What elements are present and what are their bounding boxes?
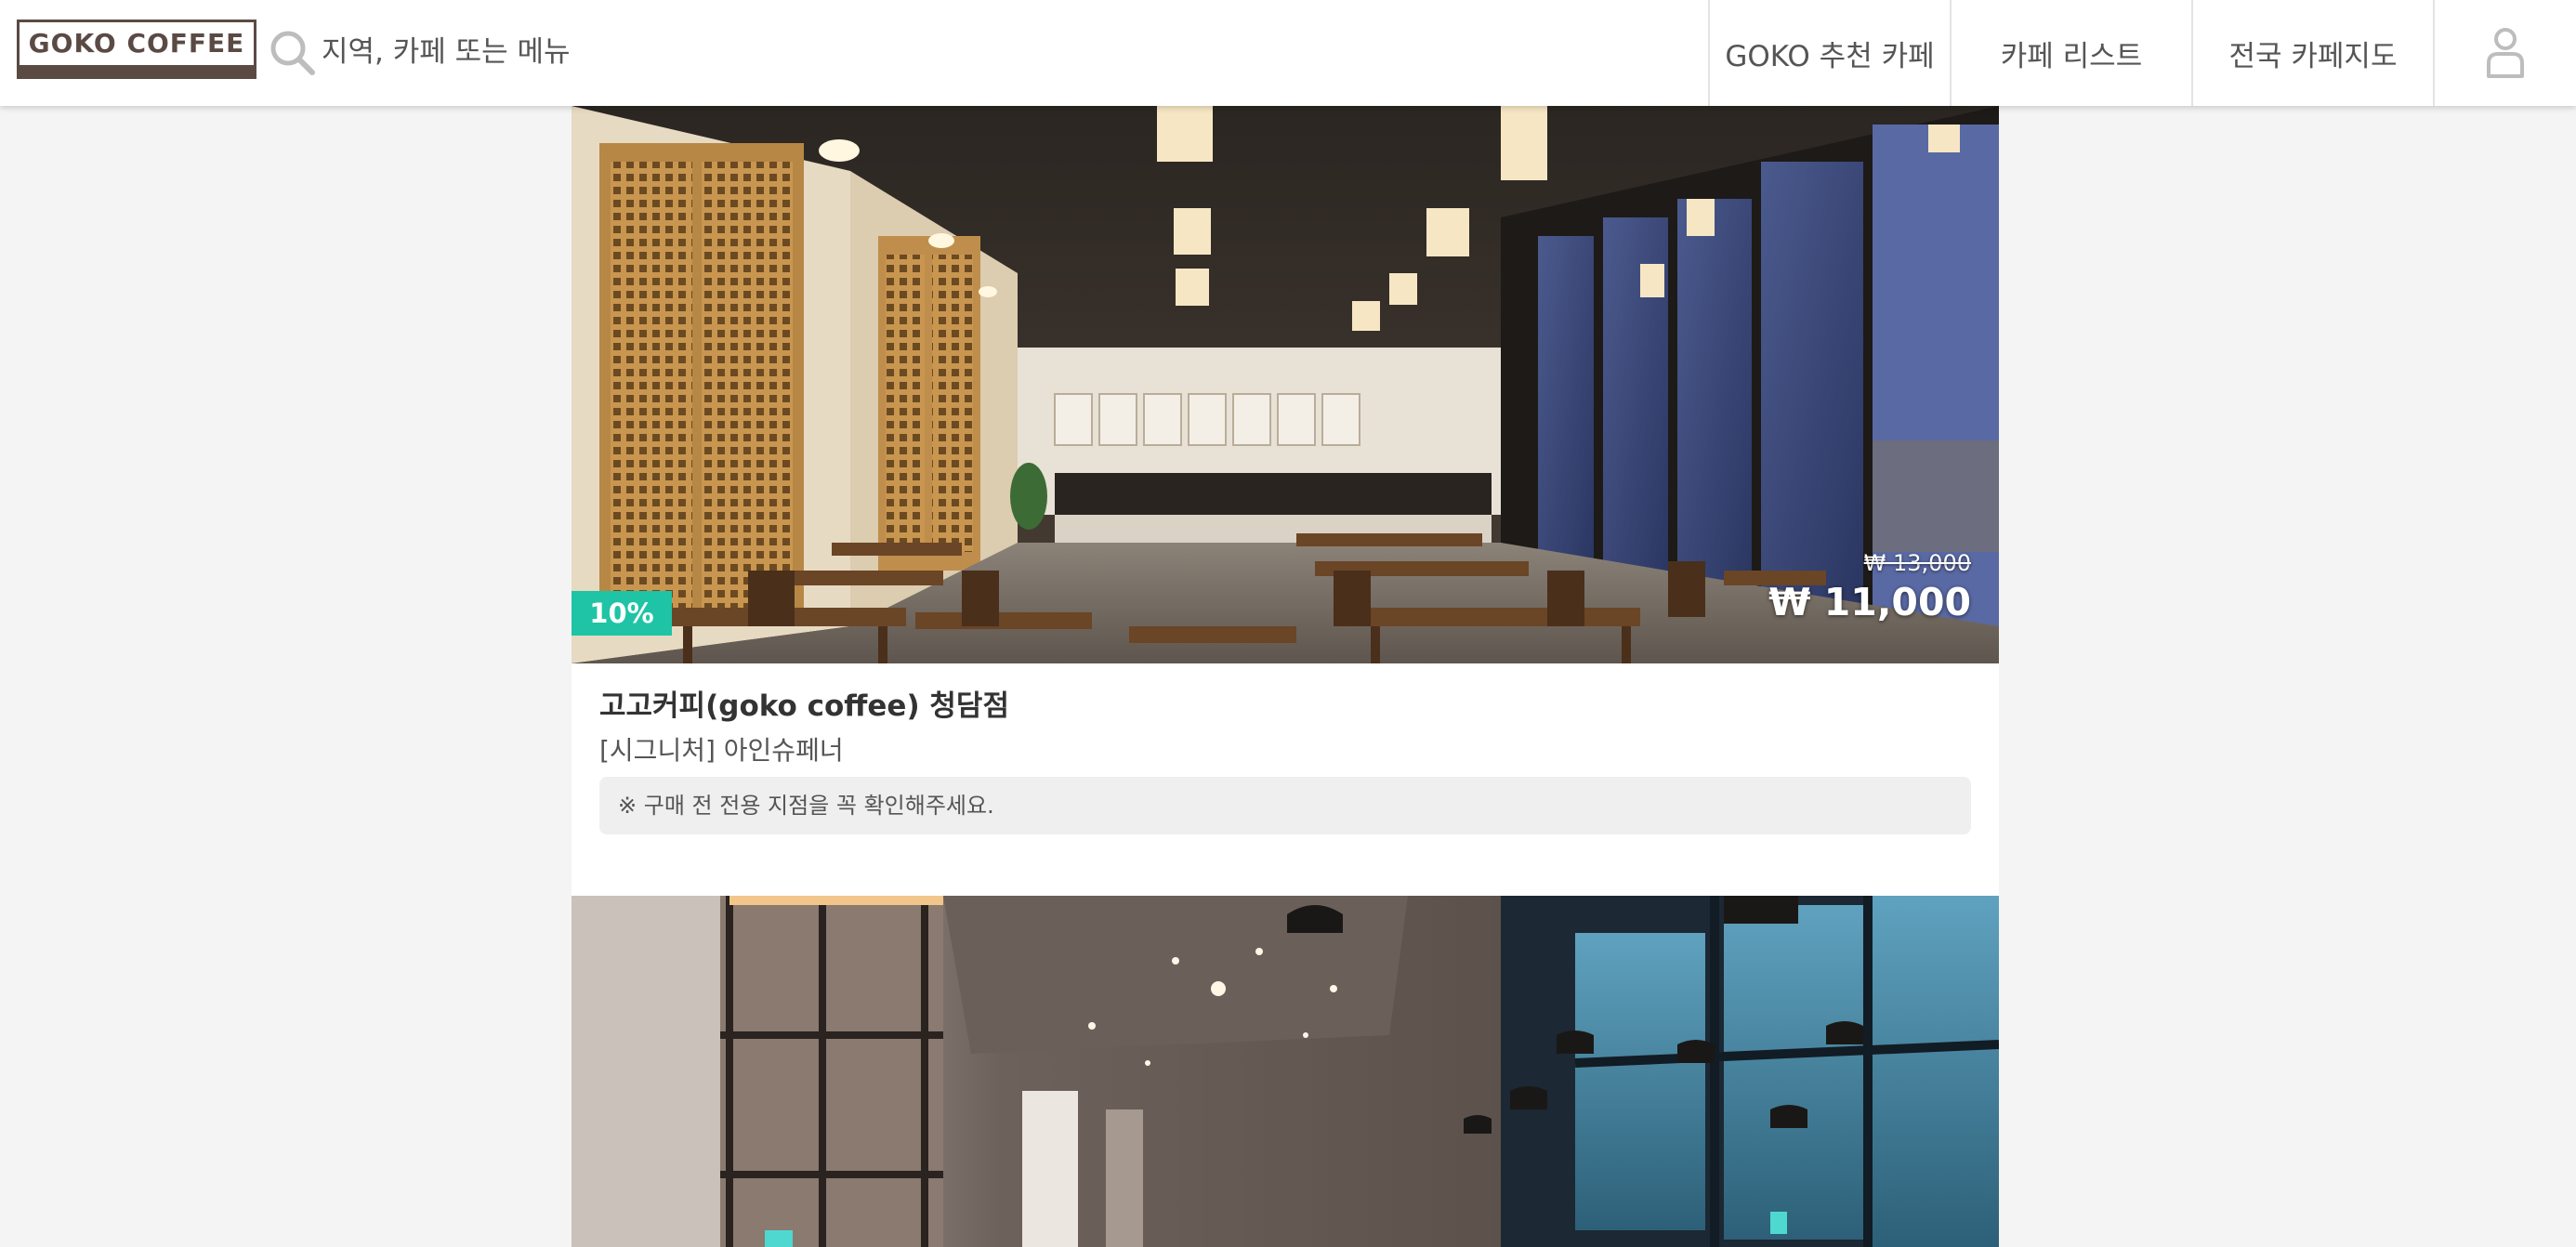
store-name: 고고커피(goko coffee) 청담점 <box>599 689 1009 723</box>
sale-price: ₩ 11,000 <box>1768 580 1971 624</box>
user-menu-button[interactable] <box>2433 0 2576 106</box>
nav-label: GOKO 추천 카페 <box>1725 39 1935 73</box>
discount-badge: 10% <box>572 591 672 636</box>
nav-cafe-map[interactable]: 전국 카페지도 <box>2191 0 2433 106</box>
cafe-photo <box>572 896 1999 1247</box>
search-icon[interactable] <box>266 26 318 78</box>
nav-label: 전국 카페지도 <box>2228 39 2398 73</box>
logo-text: GOKO COFFEE <box>28 28 245 59</box>
logo-underline <box>20 65 254 76</box>
top-header: GOKO COFFEE GOKO 추천 카페 카페 리스트 전국 카페지도 <box>0 0 2576 106</box>
cafe-card[interactable] <box>572 896 1999 1247</box>
user-icon <box>2487 28 2524 78</box>
logo[interactable]: GOKO COFFEE <box>17 20 256 79</box>
nav-cafe-list[interactable]: 카페 리스트 <box>1950 0 2191 106</box>
purchase-notice: ※ 구매 전 전용 지점을 꼭 확인해주세요. <box>599 777 1971 834</box>
nav-label: 카페 리스트 <box>2000 39 2143 73</box>
search-input[interactable] <box>322 28 1046 76</box>
nav-goko-recommended[interactable]: GOKO 추천 카페 <box>1708 0 1950 106</box>
original-price: ₩ 13,000 <box>1863 550 1971 576</box>
cafe-card[interactable]: 10% ₩ 13,000 ₩ 11,000 고고커피(goko coffee) … <box>572 106 1999 896</box>
menu-name: [시그니처] 아인슈페너 <box>599 735 844 766</box>
